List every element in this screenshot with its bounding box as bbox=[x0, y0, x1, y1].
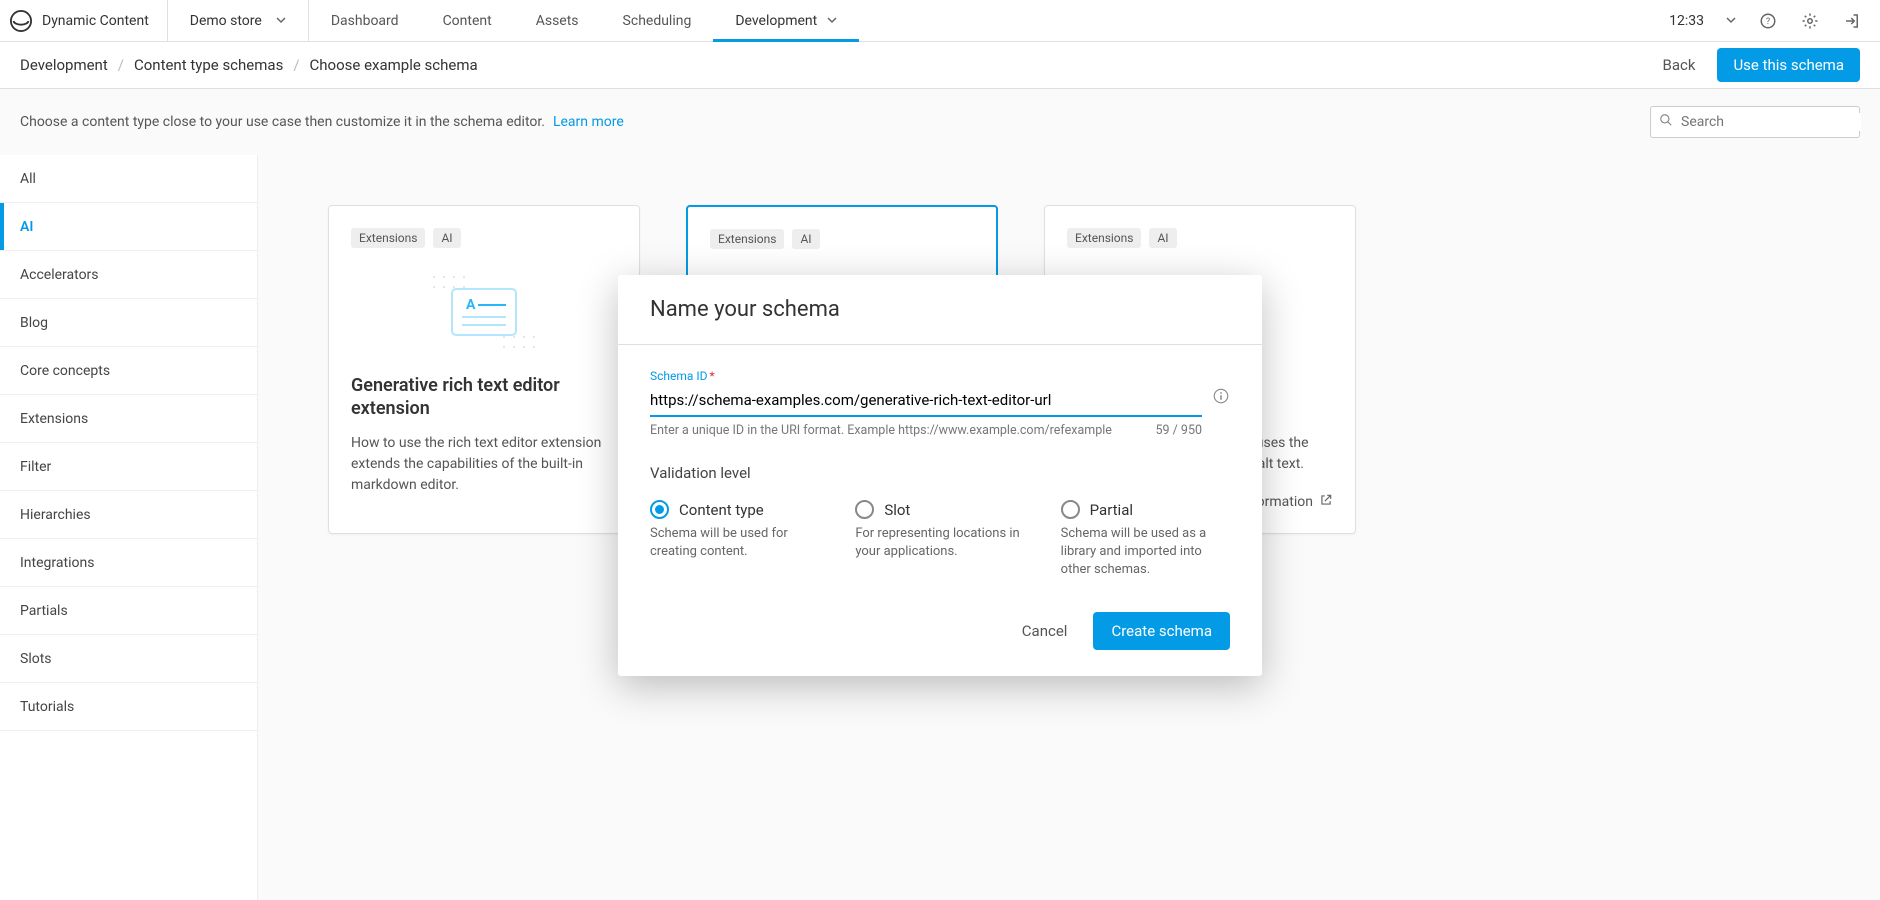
radio-label: Slot bbox=[884, 501, 910, 519]
radio-icon bbox=[1061, 500, 1080, 519]
schema-id-hint: Enter a unique ID in the URI format. Exa… bbox=[650, 423, 1112, 438]
modal-overlay: Name your schema Schema ID* Enter a uniq… bbox=[0, 0, 1880, 900]
radio-icon bbox=[650, 500, 669, 519]
info-icon[interactable] bbox=[1212, 387, 1230, 409]
radio-label: Partial bbox=[1090, 501, 1133, 519]
radio-label: Content type bbox=[679, 501, 764, 519]
radio-icon bbox=[855, 500, 874, 519]
radio-description: Schema will be used for creating content… bbox=[650, 525, 819, 561]
char-counter: 59 / 950 bbox=[1156, 423, 1202, 438]
radio-description: Schema will be used as a library and imp… bbox=[1061, 525, 1230, 580]
create-schema-button[interactable]: Create schema bbox=[1093, 612, 1230, 650]
schema-id-label: Schema ID* bbox=[650, 369, 1202, 383]
schema-id-input[interactable] bbox=[650, 385, 1202, 417]
validation-level-radios: Content type Schema will be used for cre… bbox=[650, 500, 1230, 580]
validation-level-title: Validation level bbox=[650, 464, 1230, 482]
name-schema-modal: Name your schema Schema ID* Enter a uniq… bbox=[618, 275, 1262, 676]
radio-content-type[interactable]: Content type Schema will be used for cre… bbox=[650, 500, 819, 580]
radio-slot[interactable]: Slot For representing locations in your … bbox=[855, 500, 1024, 580]
radio-partial[interactable]: Partial Schema will be used as a library… bbox=[1061, 500, 1230, 580]
radio-description: For representing locations in your appli… bbox=[855, 525, 1024, 561]
cancel-button[interactable]: Cancel bbox=[1016, 621, 1074, 641]
required-asterisk: * bbox=[710, 369, 715, 383]
modal-title: Name your schema bbox=[618, 275, 1262, 345]
field-label-text: Schema ID bbox=[650, 369, 708, 383]
